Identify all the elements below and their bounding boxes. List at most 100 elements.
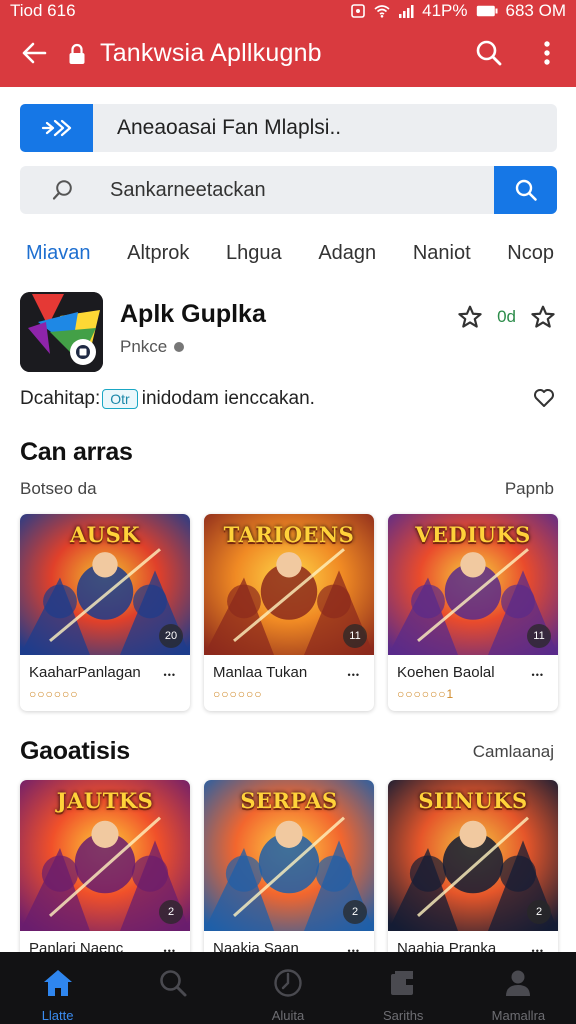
more-horizontal-icon[interactable]: ••• <box>532 670 544 680</box>
game-title: Koehen Baolal <box>397 664 495 681</box>
card-badge: 11 <box>343 624 367 648</box>
tab-item[interactable]: Altprok <box>127 242 189 265</box>
app-bar-actions <box>460 22 576 84</box>
game-rating: ○○○○○○1 <box>397 687 455 701</box>
more-options-button[interactable] <box>518 22 576 84</box>
game-card[interactable]: JAUTKS 2 Panlari Naenc ••• <box>20 780 190 960</box>
game-thumbnail[interactable]: AUSK 20 <box>20 514 190 655</box>
nav-item[interactable]: Sariths <box>346 952 461 1024</box>
screen: Tiod 616 41P% 683 OM Tankwsia Apllkugnb <box>0 0 576 1024</box>
game-rating: ○○○○○○ <box>29 687 79 701</box>
more-horizontal-icon[interactable]: ••• <box>164 670 176 680</box>
top-bar: Tiod 616 41P% 683 OM Tankwsia Apllkugnb <box>0 0 576 87</box>
game-art-title: JAUTKS <box>56 788 154 813</box>
star-outline-icon[interactable] <box>530 304 556 330</box>
game-card[interactable]: TARIOENS 11 Manlaa Tukan ••• ○○○○○○ <box>204 514 374 711</box>
clock-icon <box>273 968 303 1003</box>
game-card-row: AUSK 20 KaaharPanlagan ••• ○○○○○○ TARIOENS 11 M… <box>20 514 558 711</box>
game-thumbnail[interactable]: JAUTKS 2 <box>20 780 190 931</box>
category-tabs: Miavan Altprok Lhgua Adagn Naniot Ncop <box>0 232 576 274</box>
card-badge: 2 <box>527 900 551 924</box>
bottom-navigation: Llatte Aluita Sariths Mamallra <box>0 952 576 1024</box>
game-art-title: AUSK <box>69 522 141 547</box>
nav-item[interactable] <box>115 952 230 1024</box>
app-bar: Tankwsia Apllkugnb <box>0 22 576 84</box>
game-thumbnail[interactable]: SERPAS 2 <box>204 780 374 931</box>
game-art-title: VEDIUKS <box>415 522 531 547</box>
nav-item[interactable]: Llatte <box>0 952 115 1024</box>
app-rating: 0d <box>457 304 556 330</box>
heart-icon[interactable] <box>532 387 556 409</box>
tab-item[interactable]: Ncop <box>507 242 554 265</box>
description-chip[interactable]: Otr <box>102 389 138 409</box>
battery-icon <box>476 5 498 17</box>
game-card[interactable]: SERPAS 2 Naakia Saan ••• <box>204 780 374 960</box>
promo-badge <box>20 104 93 152</box>
nav-label: Mamallra <box>491 1008 546 1023</box>
more-vertical-icon <box>544 41 550 65</box>
section-see-all-link[interactable]: Papnb <box>505 479 554 499</box>
game-art-title: TARIOENS <box>223 522 355 547</box>
more-horizontal-icon[interactable]: ••• <box>348 670 360 680</box>
nav-label: Aluita <box>271 1008 305 1023</box>
search-bar <box>20 166 557 214</box>
card-badge: 2 <box>343 900 367 924</box>
section-subtitle: Botseo da <box>20 479 97 498</box>
search-button[interactable] <box>460 22 518 84</box>
arrow-left-icon <box>22 42 47 64</box>
nav-item[interactable]: Mamallra <box>461 952 576 1024</box>
game-card[interactable]: SIINUKS 2 Naahia Pranka ••• <box>388 780 558 960</box>
tab-item[interactable]: Miavan <box>26 242 90 265</box>
battery-percent: 41P% <box>422 1 468 20</box>
game-card[interactable]: AUSK 20 KaaharPanlagan ••• ○○○○○○ <box>20 514 190 711</box>
games-icon <box>388 968 418 1003</box>
tab-item[interactable]: Naniot <box>413 242 471 265</box>
app-header: Aplk Guplka Pnkce 0d <box>20 292 556 372</box>
developer-name: Pnkce <box>120 337 168 356</box>
search-icon <box>158 968 188 1003</box>
fast-forward-icon <box>41 119 71 137</box>
nav-label: Llatte <box>41 1008 74 1023</box>
promo-text: Aneaoasai Fan Mlaplsi.. <box>117 116 342 139</box>
nav-item[interactable]: Aluita <box>230 952 345 1024</box>
tab-item[interactable]: Adagn <box>318 242 376 265</box>
signal-icon <box>399 5 414 18</box>
nav-label: Sariths <box>382 1008 424 1023</box>
status-bar: Tiod 616 41P% 683 OM <box>0 0 576 22</box>
wifi-icon <box>374 5 390 18</box>
card-badge: 2 <box>159 900 183 924</box>
promo-banner[interactable]: Aneaoasai Fan Mlaplsi.. <box>20 104 557 152</box>
home-icon <box>42 968 74 1003</box>
card-badge: 11 <box>527 624 551 648</box>
game-art-title: SERPAS <box>240 788 338 813</box>
search-submit-button[interactable] <box>494 166 557 214</box>
game-title: KaaharPanlagan <box>29 664 141 681</box>
section-see-all-link[interactable]: Camlaanaj <box>473 742 554 762</box>
back-button[interactable] <box>0 22 68 84</box>
search-input[interactable] <box>106 170 476 210</box>
app-name: Aplk Guplka <box>120 300 266 328</box>
description-label: Dcahitap: <box>20 388 101 409</box>
game-thumbnail[interactable]: SIINUKS 2 <box>388 780 558 931</box>
app-description: Dcahitap: Otr inidodam ienccakan. <box>20 386 556 412</box>
status-clock: 683 OM <box>505 1 566 20</box>
search-icon <box>52 180 72 200</box>
game-thumbnail[interactable]: TARIOENS 11 <box>204 514 374 655</box>
app-developer[interactable]: Pnkce <box>120 337 185 357</box>
search-icon <box>476 40 502 66</box>
search-field-icon <box>20 166 106 214</box>
status-time: Tiod 616 <box>10 1 76 20</box>
star-outline-icon[interactable] <box>457 304 483 330</box>
tab-item[interactable]: Lhgua <box>226 242 282 265</box>
search-icon <box>515 179 537 201</box>
game-thumbnail[interactable]: VEDIUKS 11 <box>388 514 558 655</box>
game-art-title: SIINUKS <box>418 788 528 813</box>
game-card-row: JAUTKS 2 Panlari Naenc ••• SERPAS 2 Naakia Saa… <box>20 780 558 960</box>
app-icon[interactable] <box>20 292 103 372</box>
game-rating: ○○○○○○ <box>213 687 263 701</box>
rating-value: 0d <box>497 307 516 326</box>
section-title: Gaoatisis <box>20 737 130 765</box>
game-card[interactable]: VEDIUKS 11 Koehen Baolal ••• ○○○○○○1 <box>388 514 558 711</box>
status-icons: 41P% 683 OM <box>350 1 566 21</box>
page-title: Tankwsia Apllkugnb <box>100 38 322 67</box>
